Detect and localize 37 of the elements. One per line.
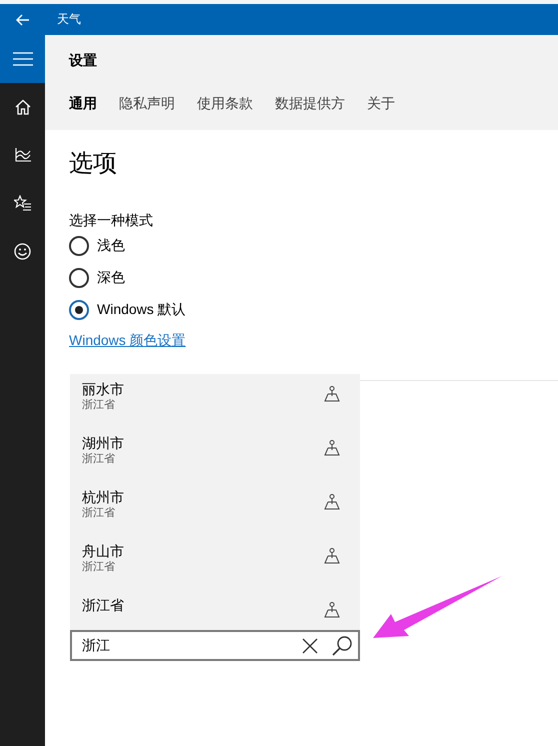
tab[interactable]: 通用 <box>69 94 97 112</box>
back-icon[interactable] <box>16 14 30 26</box>
page-title: 设置 <box>69 51 98 69</box>
map-pin-icon <box>324 386 340 402</box>
map-pin-icon <box>324 494 340 510</box>
province-name: 浙江省 <box>82 560 116 574</box>
tab[interactable]: 使用条款 <box>197 94 253 112</box>
menu-button[interactable] <box>0 35 45 83</box>
tab[interactable]: 关于 <box>367 94 395 112</box>
radio-label: 深色 <box>97 269 125 287</box>
city-name[interactable]: 湖州市 <box>82 434 124 452</box>
tab[interactable]: 数据提供方 <box>275 94 345 112</box>
search-value: 浙江 <box>82 636 111 654</box>
radio-button[interactable] <box>69 300 89 320</box>
city-name[interactable]: 杭州市 <box>82 488 124 506</box>
city-name[interactable]: 浙江省 <box>82 596 124 614</box>
section-title: 选项 <box>69 149 118 179</box>
radio-label: Windows 默认 <box>97 301 186 319</box>
province-name: 浙江省 <box>82 506 116 520</box>
color-settings-link[interactable]: Windows 颜色设置 <box>69 332 186 350</box>
map-pin-icon <box>324 548 340 564</box>
mode-label: 选择一种模式 <box>69 211 154 230</box>
radio-button[interactable] <box>69 268 89 288</box>
search-field[interactable]: 浙江 <box>70 630 360 661</box>
radio-button[interactable] <box>69 236 89 256</box>
province-name: 浙江省 <box>82 452 116 466</box>
tab[interactable]: 隐私声明 <box>119 94 175 112</box>
province-name: 浙江省 <box>82 398 116 412</box>
city-name[interactable]: 丽水市 <box>82 380 124 398</box>
search-icon[interactable] <box>332 636 352 656</box>
clear-icon[interactable] <box>302 638 318 654</box>
city-name[interactable]: 舟山市 <box>82 542 124 560</box>
map-pin-icon <box>324 602 340 618</box>
map-pin-icon <box>324 440 340 456</box>
menu-icon[interactable] <box>12 52 32 66</box>
window-title: 天气 <box>57 11 81 28</box>
radio-label: 浅色 <box>97 237 125 255</box>
